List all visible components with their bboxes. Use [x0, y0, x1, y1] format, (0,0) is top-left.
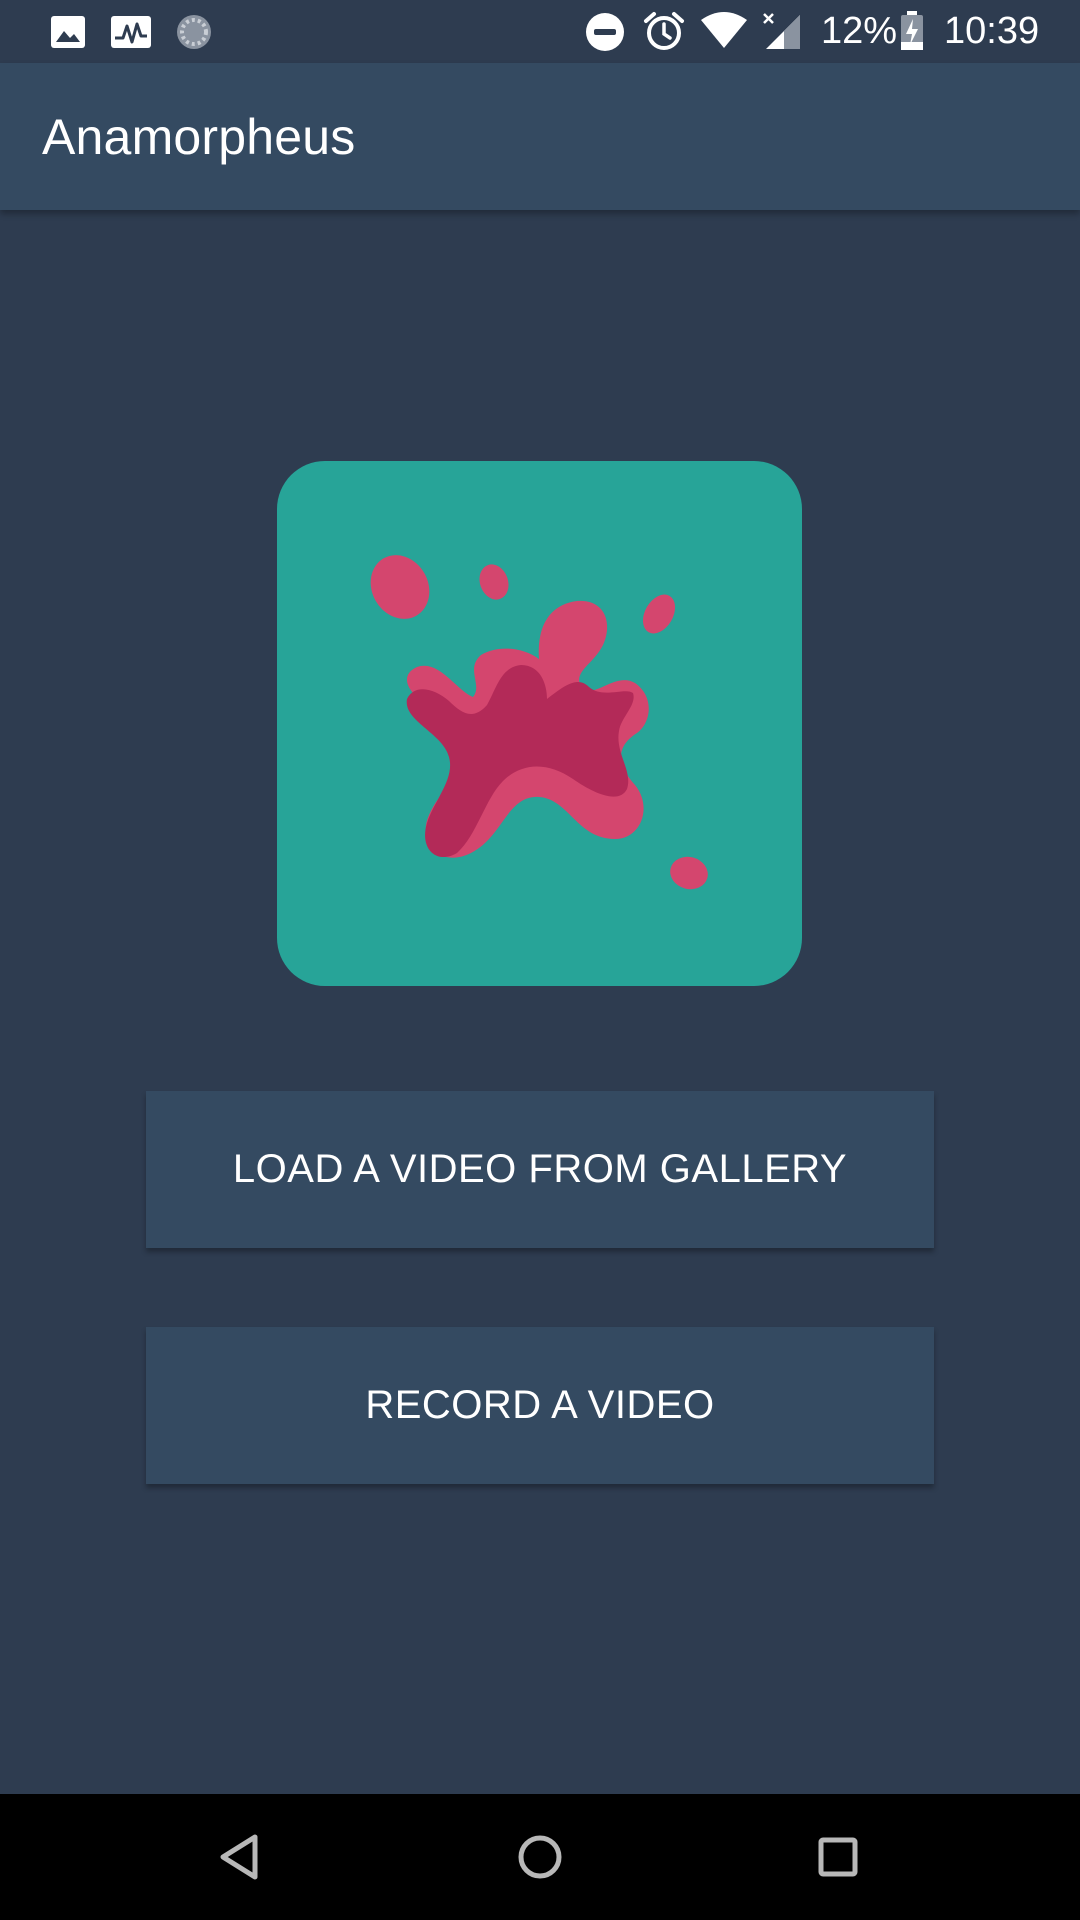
battery-percent: 12% — [821, 10, 898, 52]
cellular-no-data-icon — [762, 11, 802, 55]
clock-time: 10:39 — [944, 10, 1040, 52]
do-not-disturb-icon — [585, 12, 625, 56]
sync-spinner-icon — [175, 13, 213, 55]
activity-chart-icon — [110, 14, 152, 54]
wifi-icon — [700, 12, 748, 54]
recents-square-icon[interactable] — [808, 1827, 868, 1887]
alarm-icon — [643, 10, 685, 56]
battery-charging-icon — [900, 11, 924, 55]
navigation-bar — [0, 1794, 1080, 1920]
status-bar: 12% 10:39 — [0, 0, 1080, 63]
load-video-from-gallery-button[interactable]: LOAD A VIDEO FROM GALLERY — [146, 1091, 934, 1248]
app-title: Anamorpheus — [42, 109, 356, 165]
record-video-button[interactable]: RECORD A VIDEO — [146, 1327, 934, 1484]
back-triangle-icon[interactable] — [211, 1827, 271, 1887]
home-circle-icon[interactable] — [510, 1827, 570, 1887]
paint-splash-logo — [370, 555, 708, 890]
image-icon — [50, 14, 86, 54]
app-logo — [277, 461, 802, 986]
app-bar: Anamorpheus — [0, 63, 1080, 210]
app-screen: 12% 10:39 Anamorpheus LOAD A VIDEO FROM … — [0, 0, 1080, 1920]
